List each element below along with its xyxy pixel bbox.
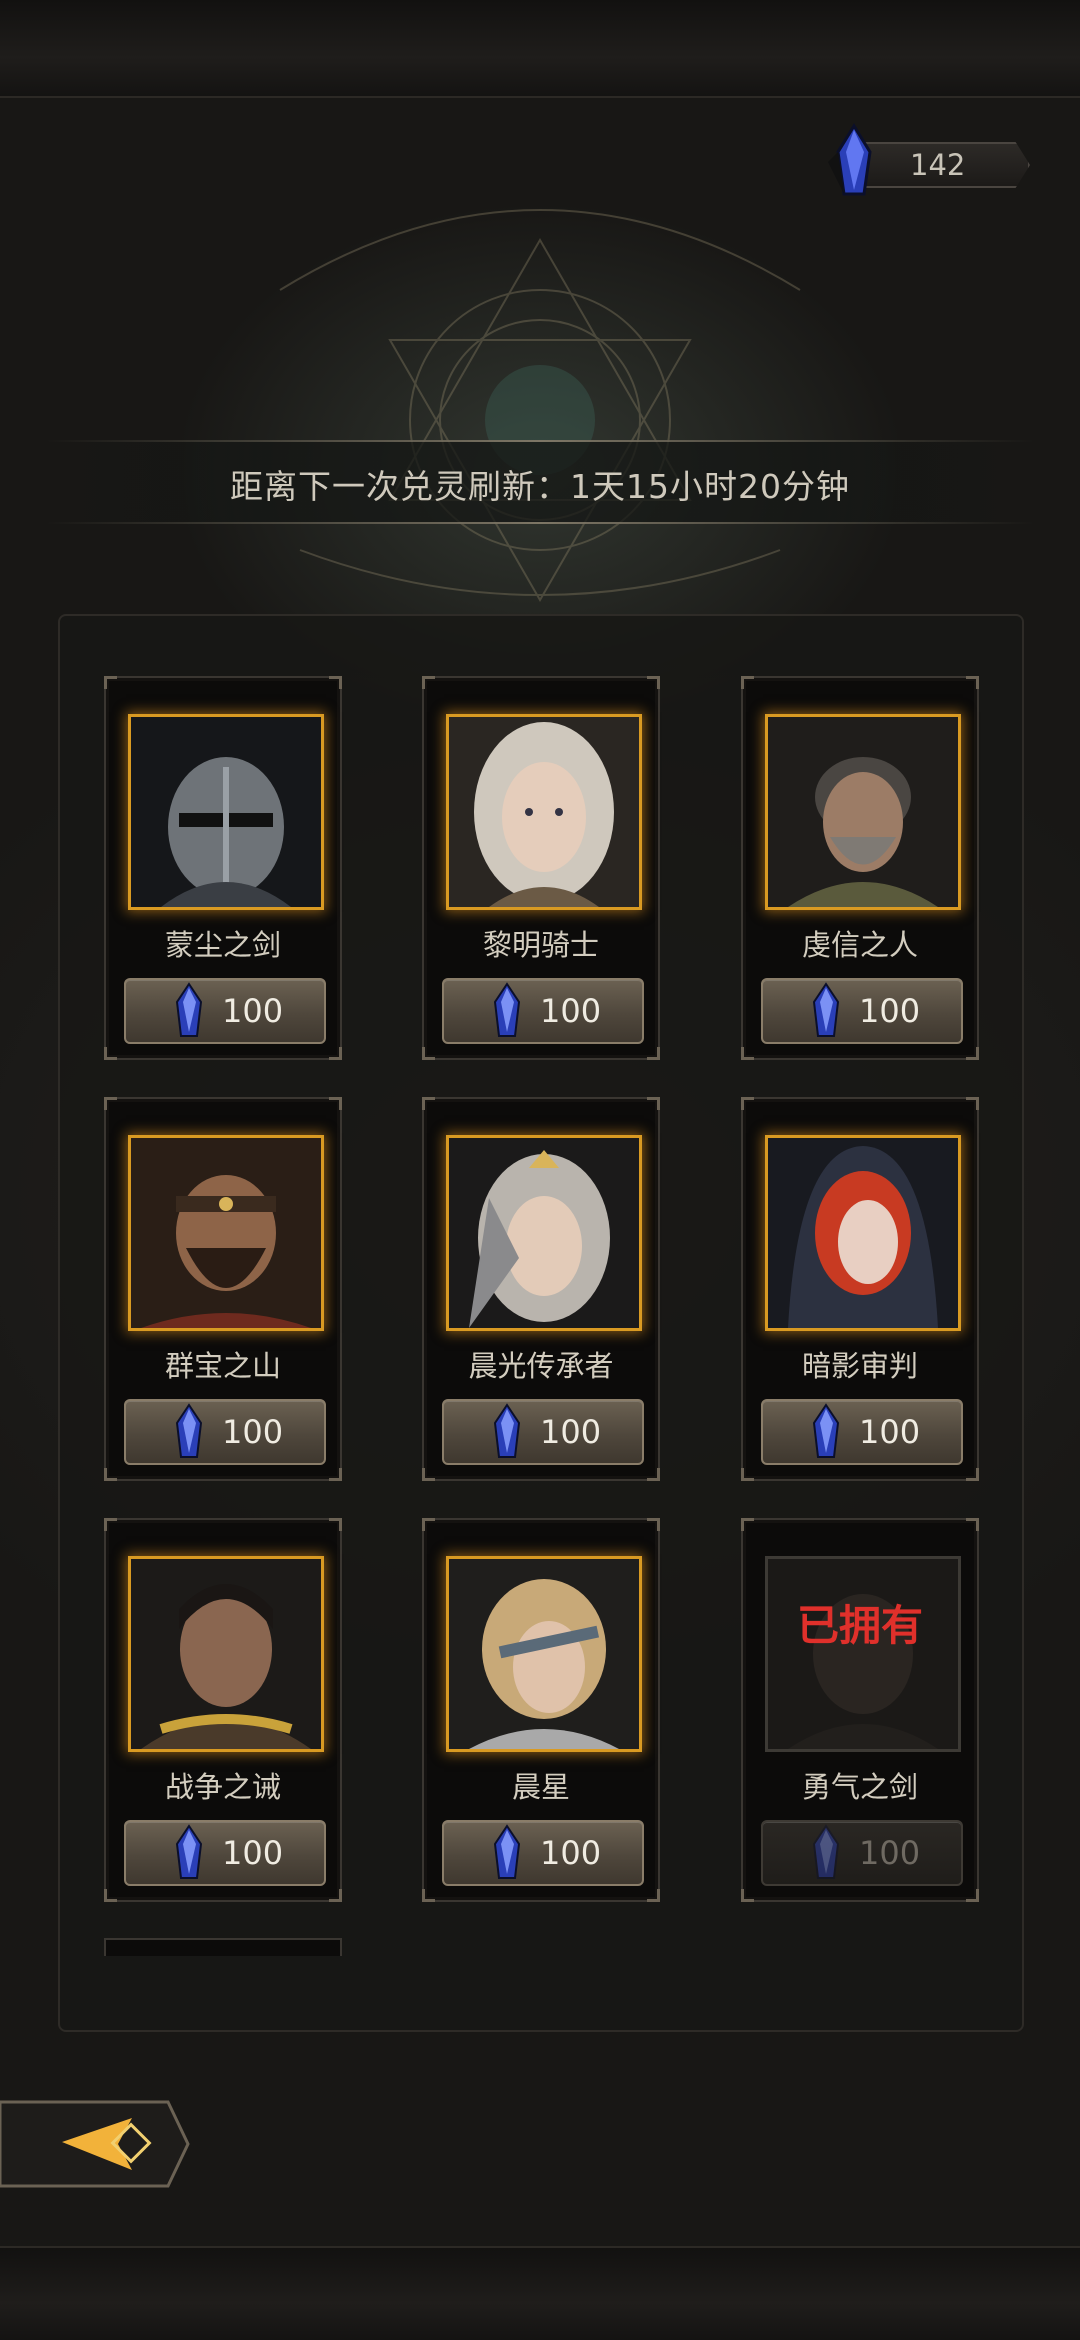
buy-button[interactable]: 100	[761, 978, 963, 1044]
buy-button[interactable]: 100	[442, 978, 644, 1044]
hero-name: 群宝之山	[164, 1349, 281, 1383]
blue-crystal-icon	[828, 123, 872, 196]
blue-crystal-icon	[490, 982, 524, 1040]
buy-button[interactable]: 100	[124, 978, 326, 1044]
hero-portrait	[446, 1556, 642, 1752]
price-label: 100	[222, 1413, 284, 1451]
hero-card[interactable]: 战争之诫 100	[104, 1518, 342, 1902]
blue-crystal-icon	[490, 1403, 524, 1461]
currency-display: 142	[824, 123, 1030, 196]
hero-card[interactable]: 晨星 100	[422, 1518, 660, 1902]
hero-name: 晨星	[511, 1770, 570, 1804]
price-label: 100	[859, 992, 921, 1030]
owned-label: 已拥有	[796, 1601, 923, 1650]
hero-name: 蒙尘之剑	[164, 928, 281, 962]
hero-card[interactable]: 群宝之山 100	[104, 1097, 342, 1481]
blue-crystal-icon	[172, 982, 206, 1040]
price-label: 100	[859, 1413, 921, 1451]
hero-card[interactable]: 蒙尘之剑 100	[104, 676, 342, 1060]
blue-crystal-icon	[809, 1403, 843, 1461]
hero-card[interactable]: 晨光传承者 100	[422, 1097, 660, 1481]
buy-button[interactable]: 100	[124, 1399, 326, 1465]
hero-portrait	[446, 1135, 642, 1331]
hero-portrait	[765, 1556, 961, 1752]
buy-button: 100	[761, 1820, 963, 1886]
currency-amount: 142	[910, 148, 966, 182]
hero-name: 晨光传承者	[468, 1349, 614, 1383]
hero-portrait	[128, 1556, 324, 1752]
buy-button[interactable]: 100	[124, 1820, 326, 1886]
price-label: 100	[540, 1834, 602, 1872]
hero-portrait	[128, 1135, 324, 1331]
blue-crystal-icon	[172, 1824, 206, 1882]
price-label: 100	[222, 992, 284, 1030]
hero-portrait	[765, 1135, 961, 1331]
blue-crystal-icon	[809, 982, 843, 1040]
hero-portrait	[765, 714, 961, 910]
emblem-decoration	[279, 209, 801, 603]
hero-name: 虔信之人	[801, 928, 918, 962]
blue-crystal-icon	[809, 1824, 843, 1882]
hero-name: 勇气之剑	[801, 1770, 918, 1804]
bottom-frame	[0, 2246, 1080, 2340]
hero-name: 黎明骑士	[482, 928, 599, 962]
buy-button[interactable]: 100	[442, 1399, 644, 1465]
blue-crystal-icon	[490, 1824, 524, 1882]
hero-card[interactable]: 黎明骑士 100	[422, 676, 660, 1060]
price-label: 100	[222, 1834, 284, 1872]
price-label: 100	[859, 1834, 921, 1872]
hero-card[interactable]: 暗影审判 100	[741, 1097, 979, 1481]
buy-button[interactable]: 100	[761, 1399, 963, 1465]
hero-card[interactable]: 虔信之人 100	[741, 676, 979, 1060]
top-frame	[0, 0, 1080, 98]
hero-name: 战争之诫	[164, 1770, 281, 1804]
blue-crystal-icon	[172, 1403, 206, 1461]
refresh-timer-text: 距离下一次兑灵刷新：1天15小时20分钟	[230, 467, 850, 506]
hero-portrait	[128, 714, 324, 910]
hero-card[interactable]: 已拥有勇气之剑 100	[741, 1518, 979, 1902]
price-label: 100	[540, 1413, 602, 1451]
refresh-timer-bar: 距离下一次兑灵刷新：1天15小时20分钟	[46, 440, 1034, 524]
price-label: 100	[540, 992, 602, 1030]
hero-card-partial	[104, 1938, 342, 1956]
hero-portrait	[446, 714, 642, 910]
buy-button[interactable]: 100	[442, 1820, 644, 1886]
back-button[interactable]	[0, 2098, 190, 2190]
hero-name: 暗影审判	[801, 1349, 918, 1383]
